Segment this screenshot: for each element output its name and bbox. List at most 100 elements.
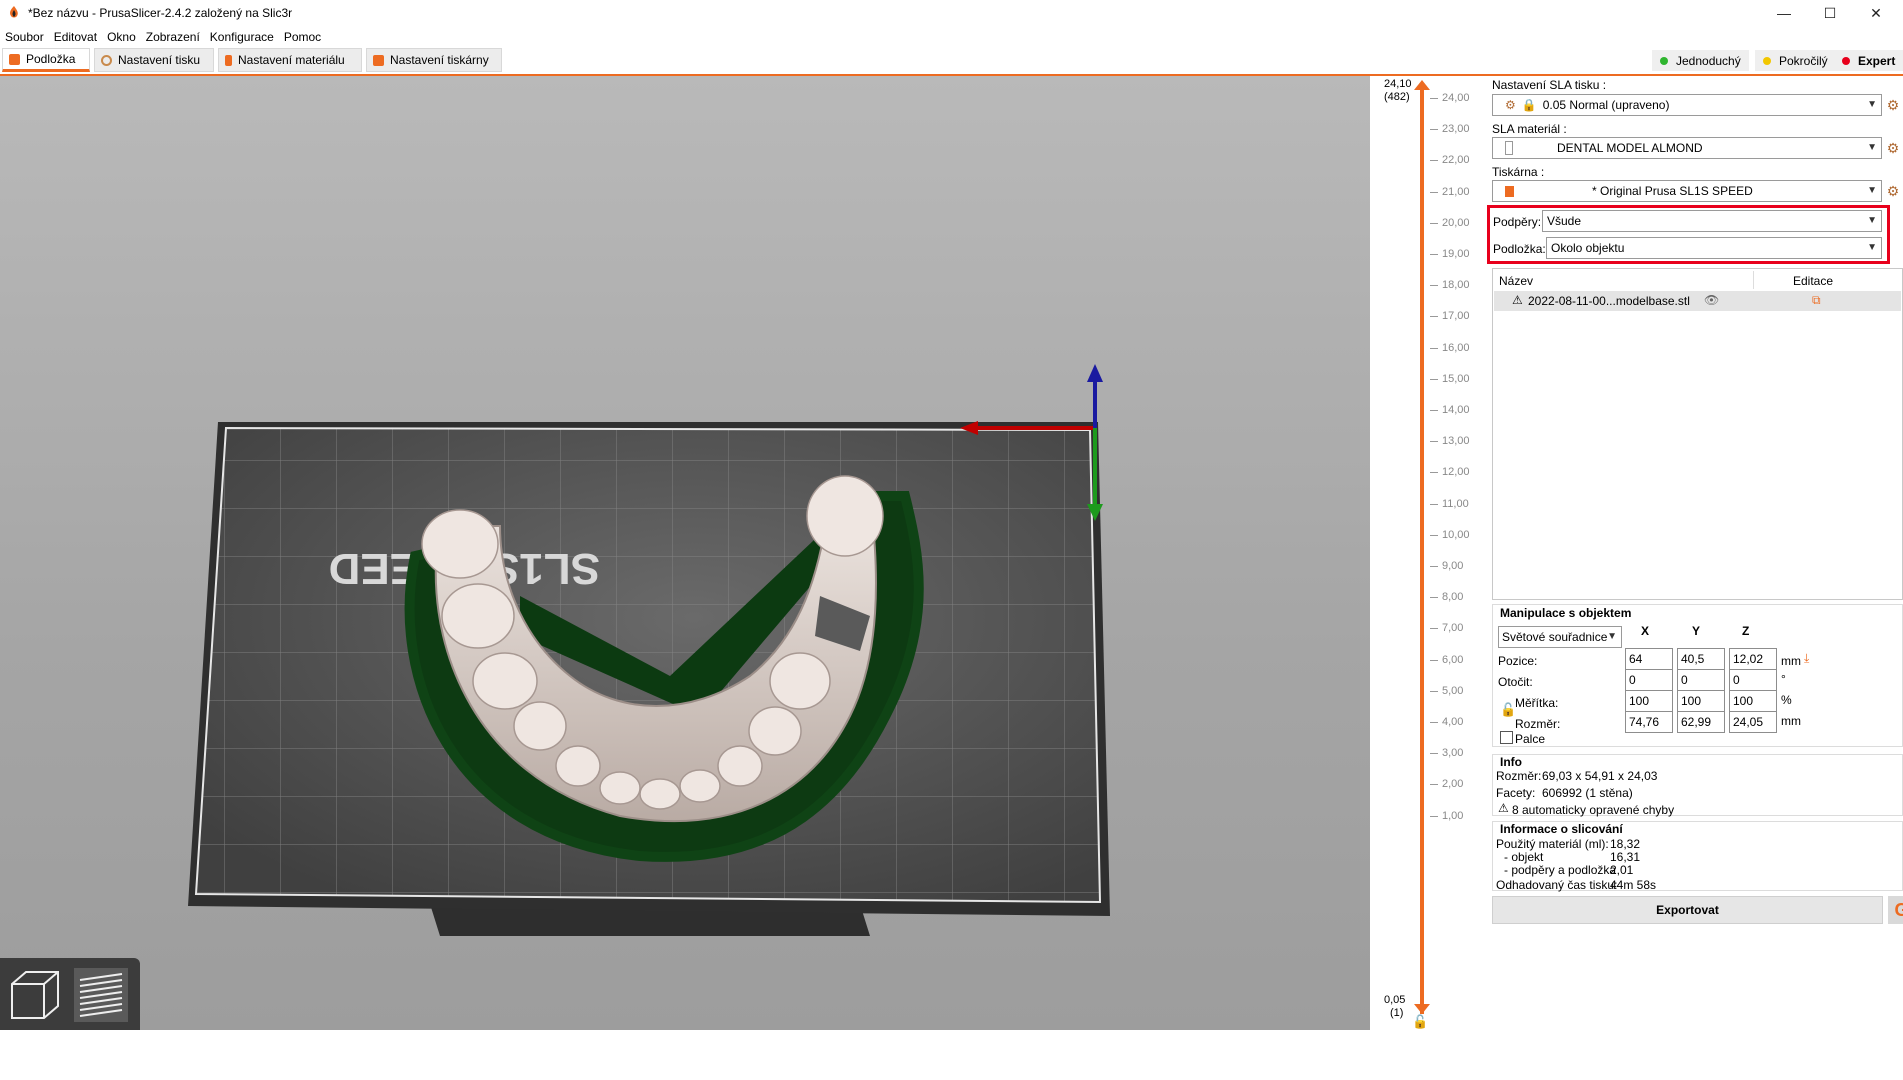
slider-tick-label: 7,00 [1442,622,1464,635]
printer-label: Tiskárna : [1492,165,1545,179]
mode-simple-button[interactable]: Jednoduchý [1652,50,1749,71]
lock-icon: 🔒 [1521,98,1537,112]
col-name-header[interactable]: Název [1499,274,1533,288]
slider-tick-mark [1430,98,1438,99]
layer-slider-area: 24,10 (482) 24,00 23,00 22,00 21,00 20,00 19,… [1370,76,1483,1032]
tab-print-settings[interactable]: Nastavení tisku [94,48,214,72]
rotate-label: Otočit: [1498,675,1533,689]
slider-tick-label: 11,00 [1442,497,1469,510]
layer-slider-track[interactable] [1420,84,1424,1014]
pad-value: Okolo objektu [1551,241,1625,255]
3d-view-icon[interactable] [6,966,64,1024]
lock-icon[interactable]: 🔓 [1412,1014,1428,1030]
size-z-input[interactable]: 24,05 [1729,711,1777,733]
slider-tick-mark [1430,347,1438,349]
export-button[interactable]: Exportovat [1492,896,1883,924]
menu-edit[interactable]: Editovat [49,28,102,46]
slider-tick-mark [1430,534,1438,536]
pad-combo[interactable]: Okolo objektu ▼ [1546,237,1882,259]
scale-z-input[interactable]: 100 [1729,690,1777,712]
chevron-down-icon: ▼ [1867,99,1877,110]
sla-print-value: 0.05 Normal (upraveno) [1542,98,1670,112]
menu-view[interactable]: Zobrazení [141,28,205,46]
3d-scene[interactable]: SL1S SPEED [0,76,1370,1030]
slider-tick-mark [1430,815,1438,817]
material-used-label: Použitý materiál (ml): [1496,837,1609,851]
uniform-scale-lock-icon[interactable]: 🔓 [1500,702,1516,718]
scale-y-input[interactable]: 100 [1677,690,1725,712]
minimize-button[interactable]: — [1761,0,1807,26]
slider-tick-label: 6,00 [1442,653,1464,666]
position-y-input[interactable]: 40,5 [1677,648,1725,670]
coord-system-combo[interactable]: Světové souřadnice ▼ [1498,626,1622,648]
size-x-input[interactable]: 74,76 [1625,711,1673,733]
slider-bottom-layer: (1) [1390,1007,1404,1019]
position-z-input[interactable]: 12,02 [1729,648,1777,670]
close-button[interactable]: ✕ [1853,0,1899,26]
scene-canvas[interactable]: SL1S SPEED [0,76,1370,1030]
mode-expert-button[interactable]: Expert [1834,50,1903,71]
gear-icon[interactable]: ⚙ [1886,184,1900,198]
inches-checkbox[interactable] [1500,731,1513,744]
menu-help[interactable]: Pomoc [279,28,326,46]
supports-material-value: 2,01 [1610,863,1634,877]
prusaslicer-logo-icon [10,6,18,18]
maximize-button[interactable]: ☐ [1807,0,1853,26]
size-y-input[interactable]: 62,99 [1677,711,1725,733]
edit-settings-icon[interactable]: ⧉ [1812,293,1821,308]
tab-printer-settings[interactable]: Nastavení tiskárny [366,48,502,72]
object-list[interactable]: Název Editace ⚠ 2022-08-11-00...modelbas… [1492,268,1903,600]
slider-tick-mark [1430,129,1438,131]
tab-plater-label: Podložka [26,52,76,66]
z-axis-head [1087,364,1103,382]
tab-material-settings[interactable]: Nastavení materiálu [218,48,362,72]
menu-file[interactable]: Soubor [0,28,49,46]
slider-tick-mark [1430,222,1438,224]
sla-material-combo[interactable]: DENTAL MODEL ALMOND ▼ [1492,137,1882,159]
info-errors-text: 8 automaticky opravené chyby [1512,803,1675,817]
sla-material-value: DENTAL MODEL ALMOND [1557,141,1703,155]
rotate-y-input[interactable]: 0 [1677,669,1725,691]
slider-tick-mark [1430,316,1438,318]
sla-print-combo[interactable]: ⚙ 🔒 0.05 Normal (upraveno) ▼ [1492,94,1882,116]
eye-icon[interactable]: 👁 [1704,293,1719,307]
size-unit: mm [1781,714,1801,728]
menu-window[interactable]: Okno [102,28,141,46]
col-edit-header[interactable]: Editace [1793,274,1833,288]
slider-tick-mark [1430,566,1438,567]
slider-tick-mark [1430,441,1438,443]
tab-printer-settings-label: Nastavení tiskárny [390,53,489,67]
slider-tick-label: 12,00 [1442,466,1470,479]
slider-tick-mark [1430,254,1438,255]
slider-tick-label: 13,00 [1442,435,1470,448]
slider-tick-label: 16,00 [1442,341,1470,354]
send-to-printer-icon[interactable]: G [1888,896,1903,924]
rotate-z-input[interactable]: 0 [1729,669,1777,691]
position-x-input[interactable]: 64 [1625,648,1673,670]
mode-advanced-button[interactable]: Pokročilý [1755,50,1836,71]
rotate-x-input[interactable]: 0 [1625,669,1673,691]
slider-tick-label: 24,00 [1442,92,1470,104]
scale-x-input[interactable]: 100 [1625,690,1673,712]
drop-to-bed-icon[interactable]: ⤓ [1804,651,1809,666]
list-item[interactable]: ⚠ 2022-08-11-00...modelbase.stl 👁 ⧉ [1494,291,1901,311]
preview-layers-icon[interactable] [72,966,130,1024]
menu-configuration[interactable]: Konfigurace [205,28,279,46]
printer-combo[interactable]: * Original Prusa SL1S SPEED ▼ [1492,180,1882,202]
coord-system-value: Světové souřadnice [1502,630,1608,644]
slider-tick-mark [1430,410,1438,411]
slider-bottom-thumb[interactable] [1414,1004,1430,1014]
supports-combo[interactable]: Všude ▼ [1542,210,1882,232]
gear-icon[interactable]: ⚙ [1886,141,1900,155]
slider-tick-label: 8,00 [1442,591,1464,604]
gear-icon[interactable]: ⚙ [1886,98,1900,112]
inches-label: Palce [1515,732,1546,746]
tab-plater[interactable]: Podložka [2,48,90,72]
slider-top-thumb[interactable] [1414,80,1430,90]
slider-tick-label: 5,00 [1442,684,1464,697]
scale-unit: % [1781,693,1792,707]
slider-tick-mark [1430,597,1438,599]
slider-tick-label: 9,00 [1442,560,1464,572]
tab-bar: Podložka Nastavení tisku Nastavení mater… [0,48,1903,76]
size-label: Rozměr: [1515,717,1561,731]
